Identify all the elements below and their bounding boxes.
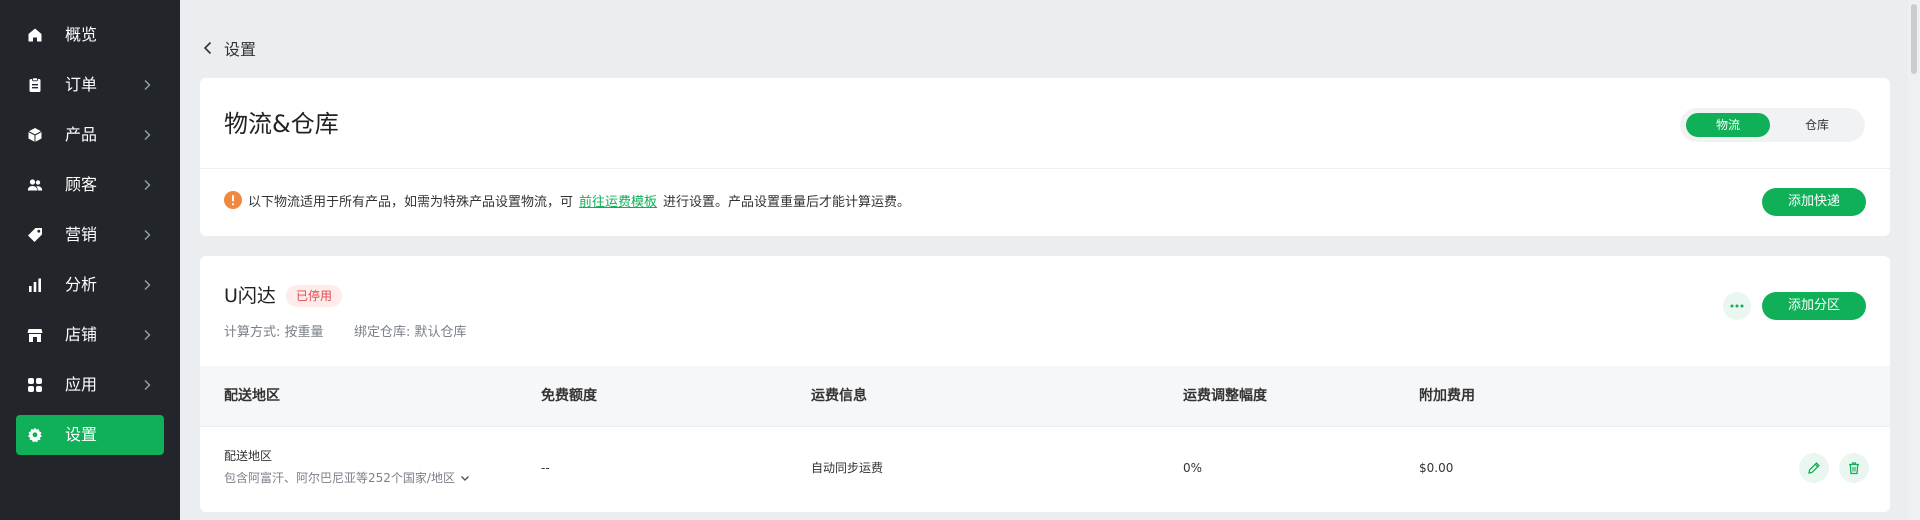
column-header: 运费信息 [811,388,867,404]
edit-button[interactable] [1799,453,1829,483]
region-title: 配送地区 [224,449,273,463]
segment-logistics[interactable]: 物流 [1686,113,1770,137]
table-header [200,366,1890,426]
sidebar-item-customers[interactable]: 顾客 [16,165,164,205]
divider [200,168,1890,169]
sidebar-item-label: 产品 [65,125,98,144]
page-title: 物流&仓库 [224,110,339,138]
pencil-icon [1808,462,1820,474]
extra-fee: $0.00 [1419,461,1454,475]
notice: 以下物流适用于所有产品，如需为特殊产品设置物流，可 前往运费模板 进行设置。产品… [224,190,910,210]
sidebar-item-label: 应用 [65,375,98,394]
sidebar-item-label: 营销 [65,225,98,244]
add-zone-button[interactable]: 添加分区 [1762,292,1866,320]
sidebar-item-label: 订单 [65,75,98,94]
sidebar-item-overview[interactable]: 概览 [16,15,164,55]
chevron-right-icon [144,330,151,340]
chevron-left-icon[interactable] [200,40,216,56]
chevron-right-icon [144,380,151,390]
warning-icon [224,191,242,209]
status-badge: 已停用 [286,285,343,307]
chevron-right-icon [144,180,151,190]
gear-icon [28,427,42,443]
region-desc-text: 包含阿富汗、阿尔巴尼亚等252个国家/地区 [224,471,455,485]
chevron-down-icon[interactable] [459,472,471,484]
free-quota: -- [541,461,550,475]
more-button[interactable] [1723,292,1751,320]
column-header: 附加费用 [1419,388,1475,404]
home-icon [28,28,42,42]
header-card [200,78,1890,236]
bar-chart-icon [29,278,41,292]
more-icon [1730,304,1744,308]
chevron-right-icon [144,280,151,290]
breadcrumb[interactable]: 设置 [200,36,256,60]
box-icon [28,128,42,142]
segment-control[interactable]: 物流 仓库 [1680,108,1865,142]
notice-text-before: 以下物流适用于所有产品，如需为特殊产品设置物流，可 [248,194,574,210]
sidebar-item-orders[interactable]: 订单 [16,65,164,105]
tag-icon [28,228,42,242]
column-header: 配送地区 [224,388,280,404]
sidebar-item-label: 设置 [65,425,98,444]
segment-warehouse[interactable]: 仓库 [1775,113,1859,137]
shipping-info: 自动同步运费 [811,461,884,475]
calc-method: 计算方式: 按重量 [224,325,324,340]
breadcrumb-label[interactable]: 设置 [224,36,256,60]
notice-text-after: 进行设置。产品设置重量后才能计算运费。 [663,194,911,210]
sidebar-item-label: 顾客 [65,175,98,194]
sidebar: 概览 订单 产品 顾客 营销 分析 店铺 应用 设置 [0,0,180,520]
column-header: 运费调整幅度 [1183,388,1267,404]
scrollbar[interactable] [1908,0,1920,520]
sidebar-item-label: 概览 [65,25,98,44]
delete-button[interactable] [1839,453,1869,483]
sidebar-item-settings[interactable]: 设置 [16,415,164,455]
trash-icon [1849,462,1859,475]
store-icon [27,329,43,342]
add-express-button[interactable]: 添加快递 [1762,188,1866,216]
sidebar-item-label: 分析 [65,275,98,294]
clipboard-icon [29,77,41,92]
apps-icon [28,378,42,392]
adjustment: 0% [1183,461,1203,475]
sidebar-item-analytics[interactable]: 分析 [16,265,164,305]
sidebar-item-apps[interactable]: 应用 [16,365,164,405]
sidebar-item-store[interactable]: 店铺 [16,315,164,355]
sidebar-item-label: 店铺 [65,325,98,344]
chevron-right-icon [144,80,151,90]
carrier-name: U闪达 [224,285,276,307]
users-icon [27,179,43,191]
bound-warehouse: 绑定仓库: 默认仓库 [354,325,467,340]
divider [200,426,1890,427]
sidebar-item-products[interactable]: 产品 [16,115,164,155]
chevron-right-icon [144,130,151,140]
column-header: 免费额度 [541,388,597,404]
shipping-template-link[interactable]: 前往运费模板 [579,191,657,210]
chevron-right-icon [144,230,151,240]
scrollbar-thumb[interactable] [1911,4,1917,74]
region-description[interactable]: 包含阿富汗、阿尔巴尼亚等252个国家/地区 [224,470,471,486]
sidebar-item-marketing[interactable]: 营销 [16,215,164,255]
